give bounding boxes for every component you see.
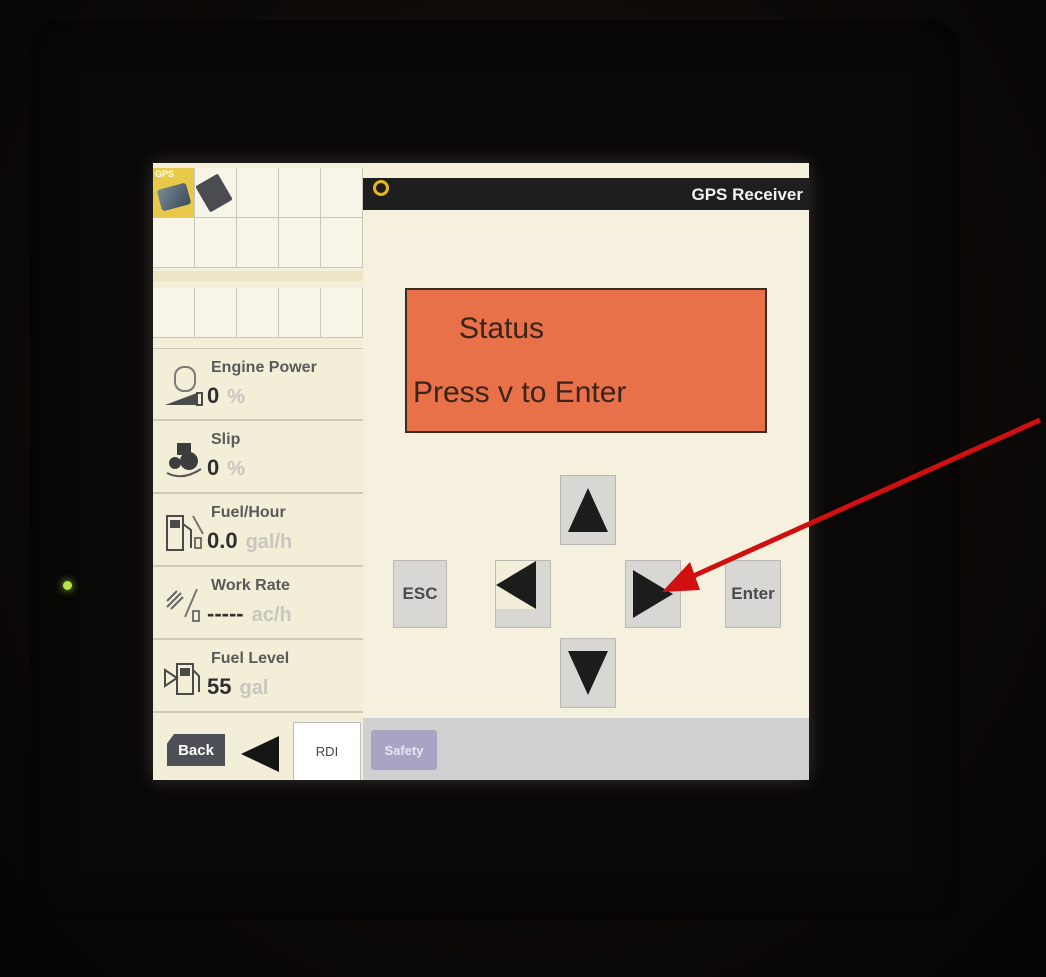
- safety-button[interactable]: Safety: [371, 730, 437, 770]
- status-display: Status Press v to Enter: [405, 288, 767, 433]
- readout-value: 0%: [207, 383, 245, 409]
- grid-separator: [153, 271, 363, 281]
- status-title: Status: [459, 312, 545, 345]
- gps-receiver-panel: Status Press v to Enter ESC Enter: [363, 210, 809, 718]
- left-arrow-button[interactable]: [495, 560, 551, 628]
- esc-button[interactable]: ESC: [393, 560, 447, 628]
- gps-shortcut-tile[interactable]: GPS: [153, 168, 195, 218]
- right-arrow-button[interactable]: [625, 560, 681, 628]
- empty-tile[interactable]: [321, 288, 363, 338]
- book-icon: [195, 173, 233, 213]
- page-header: GPS Receiver: [363, 178, 809, 210]
- enter-button[interactable]: Enter: [725, 560, 781, 628]
- empty-tile[interactable]: [279, 288, 321, 338]
- status-instruction: Press v to Enter: [413, 376, 627, 409]
- display-screen: GPS Engine Power 0 % Slip 0 % Fuel/Hour …: [153, 163, 809, 780]
- readout-value: 0.0 gal/h: [207, 528, 292, 554]
- gps-tile-label: GPS: [155, 169, 175, 179]
- right-arrow-icon: [633, 570, 673, 618]
- readout-unit: ac/h: [251, 604, 292, 626]
- empty-tile[interactable]: [153, 288, 195, 338]
- readout-label: Fuel/Hour: [211, 504, 286, 521]
- readout-label: Engine Power: [211, 359, 317, 376]
- empty-tile[interactable]: [195, 288, 237, 338]
- readout-unit: gal/h: [245, 531, 293, 553]
- engine-icon: [165, 366, 203, 406]
- empty-tile[interactable]: [153, 218, 195, 268]
- readout-value: 0%: [207, 455, 245, 481]
- power-led: [63, 581, 72, 590]
- empty-tile[interactable]: [237, 168, 279, 218]
- readout-value: 55 gal: [207, 674, 268, 700]
- empty-tile[interactable]: [321, 218, 363, 268]
- empty-tile[interactable]: [321, 168, 363, 218]
- manual-shortcut-tile[interactable]: [195, 168, 237, 218]
- down-arrow-icon: [568, 651, 608, 695]
- previous-arrow-button[interactable]: [241, 736, 279, 772]
- readout-value: ----- ac/h: [207, 601, 292, 627]
- readout-unit: %: [227, 458, 246, 480]
- empty-tile[interactable]: [237, 288, 279, 338]
- up-arrow-button[interactable]: [560, 475, 616, 545]
- back-button[interactable]: Back: [167, 734, 225, 766]
- bottom-left-tabs: Back RDI: [153, 718, 363, 780]
- readout-fuel-hour[interactable]: Fuel/Hour 0.0 gal/h: [153, 494, 363, 567]
- empty-tile[interactable]: [237, 218, 279, 268]
- readout-number: 0.0: [207, 528, 238, 553]
- readout-slip[interactable]: Slip 0%: [153, 421, 363, 494]
- bottom-bar: Back RDI Safety: [153, 718, 809, 780]
- tractor-slip-icon: [166, 443, 202, 478]
- left-panel: GPS Engine Power 0 % Slip 0 % Fuel/Hour …: [153, 163, 363, 718]
- fuel-level-icon: [164, 663, 200, 695]
- work-rate-icon: [166, 588, 200, 622]
- readout-number: 55: [207, 674, 232, 699]
- left-arrow-icon: [496, 561, 536, 609]
- page-title: GPS Receiver: [691, 185, 803, 204]
- readout-list: Engine Power 0% Slip 0% Fuel/Hour 0.0 ga…: [153, 348, 363, 713]
- readout-unit: %: [227, 386, 246, 408]
- empty-tile[interactable]: [279, 218, 321, 268]
- readout-number: 0: [207, 383, 220, 408]
- shortcut-grid-bottom: [153, 288, 363, 338]
- empty-tile[interactable]: [195, 218, 237, 268]
- readout-label: Fuel Level: [211, 650, 290, 667]
- readout-label: Slip: [211, 431, 241, 448]
- gps-antenna-icon: [156, 182, 192, 212]
- magnifier-icon: [373, 180, 389, 196]
- readout-work-rate[interactable]: Work Rate ----- ac/h: [153, 567, 363, 640]
- shortcut-grid-top: GPS: [153, 168, 363, 268]
- tab-rdi[interactable]: RDI: [293, 722, 361, 780]
- down-arrow-button[interactable]: [560, 638, 616, 708]
- up-arrow-icon: [568, 488, 608, 532]
- readout-number: -----: [207, 601, 244, 626]
- readout-fuel-level[interactable]: Fuel Level 55 gal: [153, 640, 363, 713]
- readout-label: Work Rate: [211, 577, 290, 594]
- readout-number: 0: [207, 455, 220, 480]
- readout-engine-power[interactable]: Engine Power 0%: [153, 348, 363, 421]
- readout-unit: gal: [239, 677, 269, 699]
- fuel-pump-hour-icon: [166, 515, 204, 551]
- empty-tile[interactable]: [279, 168, 321, 218]
